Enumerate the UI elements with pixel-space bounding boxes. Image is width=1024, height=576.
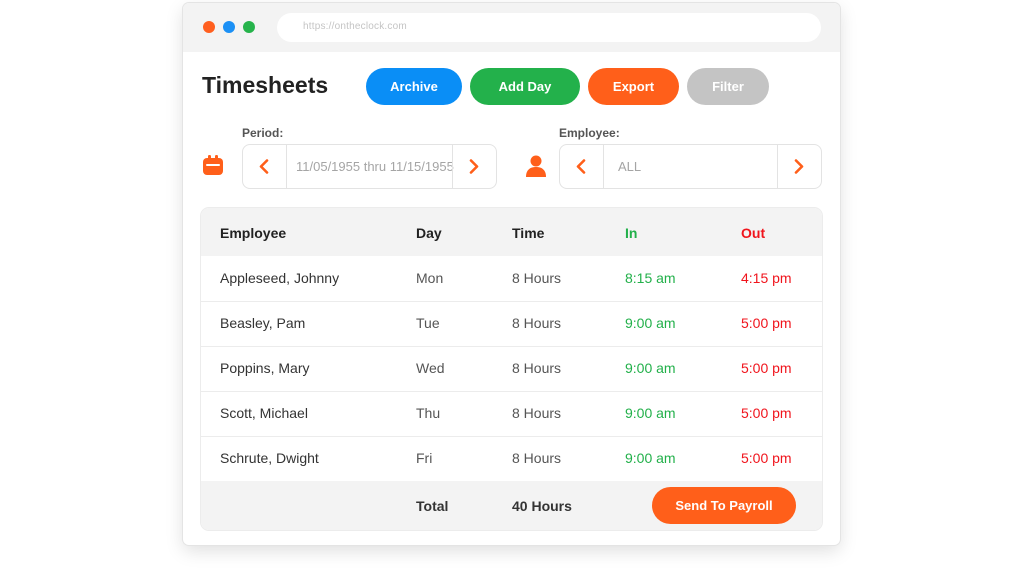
- header-in: In: [625, 225, 638, 241]
- address-bar[interactable]: https://ontheclock.com: [277, 13, 821, 42]
- out-cell: 5:00 pm: [741, 450, 792, 466]
- total-hours: 40 Hours: [512, 498, 572, 514]
- in-cell: 8:15 am: [625, 270, 676, 286]
- day-cell: Fri: [416, 450, 433, 466]
- out-cell: 5:00 pm: [741, 405, 792, 421]
- header-out: Out: [741, 225, 766, 241]
- time-cell: 8 Hours: [512, 360, 562, 376]
- time-cell: 8 Hours: [512, 270, 562, 286]
- employee-prev-button[interactable]: [560, 145, 604, 188]
- chevron-left-icon: [576, 159, 586, 174]
- in-cell: 9:00 am: [625, 315, 676, 331]
- header-time: Time: [512, 225, 545, 241]
- address-bar-url: https://ontheclock.com: [303, 21, 407, 32]
- chevron-right-icon: [469, 159, 479, 174]
- employee-next-button[interactable]: [777, 145, 821, 188]
- out-cell: 4:15 pm: [741, 270, 792, 286]
- archive-button[interactable]: Archive: [366, 68, 462, 105]
- table-row[interactable]: Scott, Michael Thu 8 Hours 9:00 am 5:00 …: [201, 391, 822, 437]
- employee-label: Employee:: [559, 126, 620, 140]
- chevron-right-icon: [794, 159, 804, 174]
- table-row[interactable]: Schrute, Dwight Fri 8 Hours 9:00 am 5:00…: [201, 436, 822, 481]
- filter-button[interactable]: Filter: [687, 68, 769, 105]
- day-cell: Wed: [416, 360, 445, 376]
- person-icon: [524, 154, 548, 183]
- day-cell: Tue: [416, 315, 440, 331]
- period-value: 11/05/1955 thru 11/15/1955: [296, 159, 454, 174]
- table-row[interactable]: Beasley, Pam Tue 8 Hours 9:00 am 5:00 pm: [201, 301, 822, 347]
- table-row[interactable]: Appleseed, Johnny Mon 8 Hours 8:15 am 4:…: [201, 256, 822, 302]
- browser-window: https://ontheclock.com Timesheets Archiv…: [183, 3, 840, 545]
- employee-cell: Beasley, Pam: [220, 315, 306, 331]
- period-picker: 11/05/1955 thru 11/15/1955: [242, 144, 497, 189]
- employee-cell: Poppins, Mary: [220, 360, 310, 376]
- out-cell: 5:00 pm: [741, 315, 792, 331]
- header-employee: Employee: [220, 225, 287, 241]
- table-header: Employee Day Time In Out: [201, 208, 822, 256]
- page-title: Timesheets: [202, 72, 329, 98]
- time-cell: 8 Hours: [512, 315, 562, 331]
- in-cell: 9:00 am: [625, 450, 676, 466]
- employee-cell: Scott, Michael: [220, 405, 308, 421]
- time-cell: 8 Hours: [512, 450, 562, 466]
- export-button[interactable]: Export: [588, 68, 679, 105]
- maximize-window-dot[interactable]: [243, 21, 255, 33]
- send-to-payroll-button[interactable]: Send To Payroll: [652, 487, 796, 524]
- browser-titlebar: https://ontheclock.com: [183, 3, 840, 52]
- time-cell: 8 Hours: [512, 405, 562, 421]
- header-day: Day: [416, 225, 442, 241]
- day-cell: Mon: [416, 270, 444, 286]
- table-footer: Total 40 Hours Send To Payroll: [201, 481, 822, 530]
- employee-cell: Schrute, Dwight: [220, 450, 319, 466]
- day-cell: Thu: [416, 405, 441, 421]
- minimize-window-dot[interactable]: [223, 21, 235, 33]
- employee-cell: Appleseed, Johnny: [220, 270, 340, 286]
- close-window-dot[interactable]: [203, 21, 215, 33]
- out-cell: 5:00 pm: [741, 360, 792, 376]
- period-next-button[interactable]: [452, 145, 496, 188]
- in-cell: 9:00 am: [625, 405, 676, 421]
- period-prev-button[interactable]: [243, 145, 287, 188]
- total-label: Total: [416, 498, 449, 514]
- timesheet-table: Employee Day Time In Out Appleseed, John…: [201, 208, 822, 530]
- employee-picker: ALL: [559, 144, 822, 189]
- table-row[interactable]: Poppins, Mary Wed 8 Hours 9:00 am 5:00 p…: [201, 346, 822, 392]
- calendar-icon: [202, 154, 224, 181]
- add-day-button[interactable]: Add Day: [470, 68, 580, 105]
- employee-value: ALL: [618, 159, 642, 174]
- chevron-left-icon: [259, 159, 269, 174]
- in-cell: 9:00 am: [625, 360, 676, 376]
- period-label: Period:: [242, 126, 284, 140]
